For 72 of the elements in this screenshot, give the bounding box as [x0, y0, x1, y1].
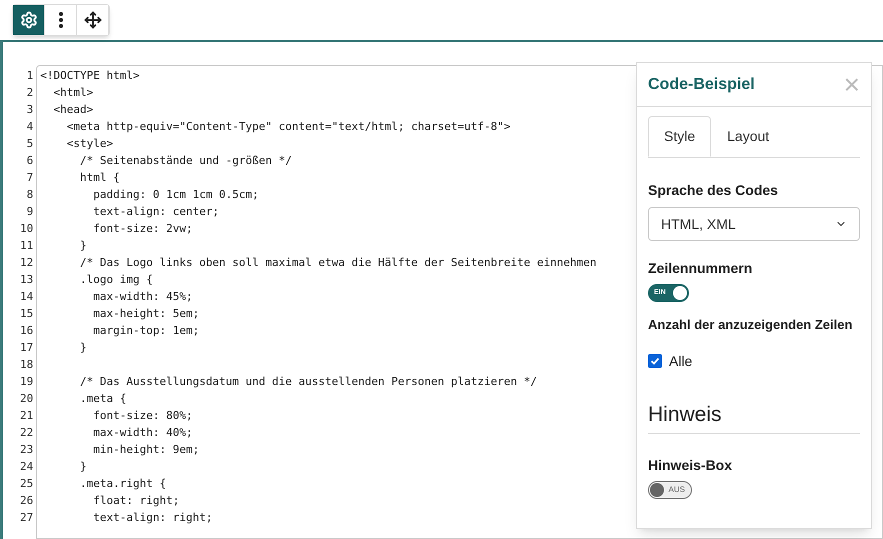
line-number: 3 [26, 102, 34, 118]
section-heading: Hinweis [648, 398, 860, 434]
panel-title: Code-Beispiel [648, 74, 755, 94]
line-number: 21 [20, 408, 34, 424]
line-number: 11 [20, 238, 34, 254]
code-line: } [78, 239, 87, 252]
toolbar-button[interactable] [13, 5, 45, 35]
code-line: <style> [66, 137, 114, 150]
gear-icon [20, 11, 38, 29]
toolbar-button[interactable] [45, 5, 77, 35]
code-line: } [78, 341, 87, 354]
line-number: 6 [26, 153, 34, 169]
code-line: .meta.right { [78, 477, 166, 490]
field-label: Zeilennummern [648, 259, 754, 278]
move-icon [84, 11, 102, 29]
code-line: html { [78, 171, 120, 184]
code-line: } [78, 460, 87, 473]
line-number: 1 [26, 68, 34, 84]
line-number: 5 [26, 136, 34, 152]
code-line: /* Das Ausstellungsdatum und die ausstellenden Personen platzieren */ [78, 375, 537, 388]
code-line: margin-top: 1em; [92, 324, 200, 337]
line-number: 20 [20, 391, 34, 407]
line-number: 19 [20, 374, 34, 390]
line-number: 9 [26, 204, 34, 220]
tab[interactable]: Style [648, 116, 712, 157]
line-number: 4 [26, 119, 34, 135]
line-number: 7 [26, 170, 34, 186]
code-line: max-height: 5em; [92, 307, 200, 320]
code-line: .logo img { [78, 273, 153, 286]
code-line: max-width: 40%; [92, 426, 193, 439]
code-line: max-width: 45%; [92, 290, 193, 303]
line-number: 8 [26, 187, 34, 203]
code-line: <!DOCTYPE html> [40, 69, 140, 82]
checkbox[interactable] [648, 354, 662, 368]
tab[interactable]: Layout [711, 116, 786, 157]
code-line: float: right; [92, 494, 180, 507]
code-line: min-height: 9em; [92, 443, 200, 456]
line-number: 17 [20, 340, 34, 356]
line-number: 27 [20, 510, 34, 526]
toolbar-button[interactable] [77, 5, 109, 35]
line-number: 16 [20, 323, 34, 339]
toggle-switch[interactable]: AUS [648, 481, 692, 499]
line-number: 22 [20, 425, 34, 441]
field-label: Hinweis-Box [648, 456, 734, 475]
line-number: 12 [20, 255, 34, 271]
line-number: 25 [20, 476, 34, 492]
language-select[interactable]: HTML, XML [648, 207, 860, 241]
more-icon [58, 12, 62, 28]
code-line: /* Das Logo links oben soll maximal etwa die Hälfte der Seitenbreite einnehmen [78, 256, 597, 269]
code-line: <head> [52, 103, 94, 116]
field-label: Sprache des Codes [648, 181, 779, 200]
code-line: <meta http-equiv="Content-Type" content="text/html; charset=utf-8"> [66, 120, 510, 133]
code-line: <html> [52, 86, 94, 99]
line-number: 24 [20, 459, 34, 475]
code-line: font-size: 2vw; [92, 222, 193, 235]
line-number: 26 [20, 493, 34, 509]
field-label: Anzahl der anzuzeigenden Zeilen [648, 316, 854, 334]
line-number: 10 [20, 221, 34, 237]
line-number: 18 [20, 357, 34, 373]
code-line: text-align: right; [92, 511, 212, 524]
code-line: .meta { [78, 392, 126, 405]
checkmark-icon [650, 356, 660, 366]
code-line: padding: 0 1cm 1cm 0.5cm; [92, 188, 259, 201]
line-number: 13 [20, 272, 34, 288]
line-number: 2 [26, 85, 34, 101]
line-number: 14 [20, 289, 34, 305]
line-number: 23 [20, 442, 34, 458]
checkbox-label: Alle [669, 352, 692, 370]
code-line: /* Seitenabstände und -größen */ [78, 154, 292, 167]
line-number: 15 [20, 306, 34, 322]
code-line: font-size: 80%; [92, 409, 193, 422]
code-line: text-align: center; [92, 205, 220, 218]
